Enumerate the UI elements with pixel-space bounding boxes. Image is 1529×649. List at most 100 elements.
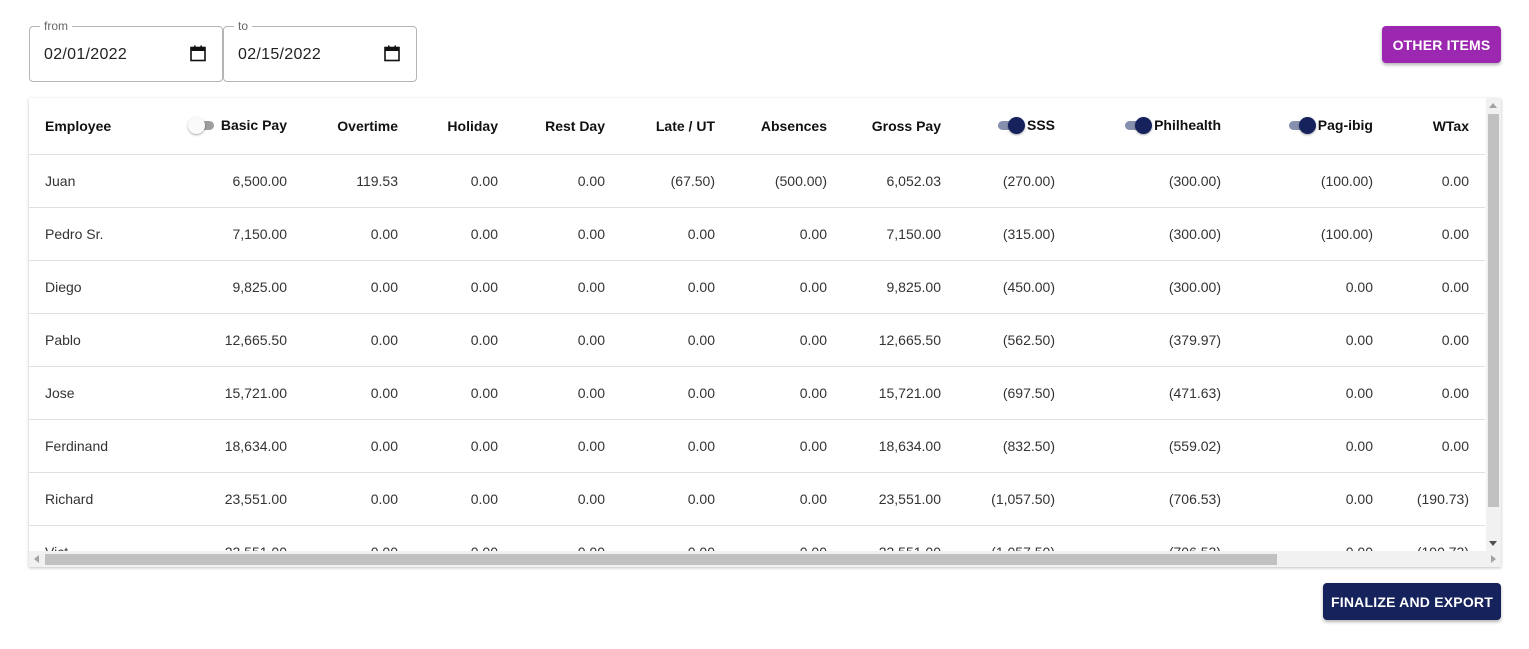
column-header: Holiday <box>398 98 498 155</box>
table-row[interactable]: Ferdinand 18,634.00 0.00 0.00 0.00 0.00 0.00 18… <box>29 419 1485 473</box>
column-header: Philhealth <box>1055 98 1221 155</box>
amount-cell: 0.00 <box>1221 366 1373 420</box>
employee-name-cell: Ferdinand <box>29 419 129 473</box>
amount-cell: 0.00 <box>715 472 827 526</box>
table-row[interactable]: Juan 6,500.00 119.53 0.00 0.00 (67.50) (500.00… <box>29 154 1485 208</box>
amount-cell: 0.00 <box>605 472 715 526</box>
employee-name-cell: Richard <box>29 472 129 526</box>
amount-cell: 0.00 <box>1221 313 1373 367</box>
amount-cell: (562.50) <box>941 313 1055 367</box>
column-header-label: Gross Pay <box>871 118 941 134</box>
column-header: Rest Day <box>498 98 605 155</box>
horizontal-scrollbar[interactable] <box>29 551 1501 567</box>
column-header-label: Absences <box>760 118 827 134</box>
amount-cell: (379.97) <box>1055 313 1221 367</box>
column-toggle-switch[interactable] <box>1125 116 1153 134</box>
employee-name-cell: Juan <box>29 154 129 208</box>
amount-cell: 0.00 <box>715 366 827 420</box>
column-toggle-switch[interactable] <box>1288 116 1316 134</box>
table-row[interactable]: Diego 9,825.00 0.00 0.00 0.00 0.00 0.00 9,825.0… <box>29 260 1485 314</box>
column-header-label: Basic Pay <box>220 116 287 133</box>
amount-cell: (832.50) <box>941 419 1055 473</box>
amount-cell: 0.00 <box>605 366 715 420</box>
amount-cell: (706.53) <box>1055 472 1221 526</box>
column-header-label: Overtime <box>337 118 398 134</box>
calendar-icon[interactable] <box>190 45 206 62</box>
column-header-label: Holiday <box>447 118 498 134</box>
amount-cell: (500.00) <box>715 154 827 208</box>
amount-cell: 0.00 <box>398 154 498 208</box>
amount-cell: 0.00 <box>605 207 715 261</box>
amount-cell: 0.00 <box>498 207 605 261</box>
amount-cell: 0.00 <box>287 419 398 473</box>
vertical-scrollbar[interactable] <box>1486 98 1501 551</box>
column-header-content: Basic Pay <box>187 116 287 134</box>
amount-cell: 119.53 <box>287 154 398 208</box>
column-header-content: Holiday <box>447 118 498 134</box>
amount-cell: 6,052.03 <box>827 154 941 208</box>
amount-cell: 23,551.00 <box>129 472 287 526</box>
column-header-content: Employee <box>45 118 111 134</box>
employee-name-cell: Diego <box>29 260 129 314</box>
amount-cell: 0.00 <box>498 154 605 208</box>
scroll-up-arrow-icon[interactable] <box>1489 103 1497 108</box>
column-header: Pag-ibig <box>1221 98 1373 155</box>
column-header-label: SSS <box>1026 116 1055 133</box>
amount-cell: 0.00 <box>1373 313 1485 367</box>
amount-cell: 12,665.50 <box>129 313 287 367</box>
scroll-left-arrow-icon[interactable] <box>34 555 39 563</box>
amount-cell: 12,665.50 <box>827 313 941 367</box>
amount-cell: 0.00 <box>398 419 498 473</box>
amount-cell: 0.00 <box>1373 207 1485 261</box>
finalize-and-export-button[interactable]: FINALIZE AND EXPORT <box>1323 583 1501 620</box>
amount-cell: 0.00 <box>1221 419 1373 473</box>
amount-cell: 0.00 <box>1373 419 1485 473</box>
column-header: Gross Pay <box>827 98 941 155</box>
from-date-field[interactable]: from 02/01/2022 <box>29 19 223 82</box>
amount-cell: 15,721.00 <box>129 366 287 420</box>
table-row[interactable]: Pedro Sr. 7,150.00 0.00 0.00 0.00 0.00 0.00 7,1… <box>29 207 1485 261</box>
amount-cell: (100.00) <box>1221 207 1373 261</box>
amount-cell: 18,634.00 <box>129 419 287 473</box>
scroll-right-arrow-icon[interactable] <box>1491 555 1496 563</box>
amount-cell: (559.02) <box>1055 419 1221 473</box>
amount-cell: 0.00 <box>398 366 498 420</box>
horizontal-scroll-thumb[interactable] <box>45 554 1277 565</box>
column-toggle-switch[interactable] <box>997 116 1025 134</box>
amount-cell: (100.00) <box>1221 154 1373 208</box>
amount-cell: 0.00 <box>287 260 398 314</box>
table-row[interactable]: Richard 23,551.00 0.00 0.00 0.00 0.00 0.00 23,5… <box>29 472 1485 526</box>
calendar-icon[interactable] <box>384 45 400 62</box>
amount-cell: 0.00 <box>287 313 398 367</box>
amount-cell: 0.00 <box>398 472 498 526</box>
amount-cell: (697.50) <box>941 366 1055 420</box>
other-items-button[interactable]: OTHER ITEMS <box>1382 26 1501 63</box>
vertical-scroll-thumb[interactable] <box>1488 114 1499 507</box>
amount-cell: 9,825.00 <box>827 260 941 314</box>
column-header-label: Employee <box>45 118 112 134</box>
to-date-field[interactable]: to 02/15/2022 <box>223 19 417 82</box>
column-header-content: Philhealth <box>1125 116 1221 134</box>
column-header: Overtime <box>287 98 398 155</box>
amount-cell: 23,551.00 <box>827 472 941 526</box>
column-header-content: Late / UT <box>656 118 715 134</box>
amount-cell: 0.00 <box>605 260 715 314</box>
column-header-content: Absences <box>761 118 827 134</box>
to-date-input[interactable]: 02/15/2022 <box>238 46 321 64</box>
column-toggle-switch[interactable] <box>187 116 214 134</box>
amount-cell: 0.00 <box>715 260 827 314</box>
amount-cell: 0.00 <box>498 313 605 367</box>
amount-cell: 0.00 <box>398 260 498 314</box>
amount-cell: (1,057.50) <box>941 472 1055 526</box>
scroll-down-arrow-icon[interactable] <box>1489 541 1497 546</box>
column-header-label: Rest Day <box>545 118 605 134</box>
from-date-input[interactable]: 02/01/2022 <box>44 46 127 64</box>
amount-cell: (270.00) <box>941 154 1055 208</box>
table-row[interactable]: Jose 15,721.00 0.00 0.00 0.00 0.00 0.00 15,721.… <box>29 366 1485 420</box>
column-header-content: Rest Day <box>545 118 605 134</box>
amount-cell: 0.00 <box>287 366 398 420</box>
employee-name-cell: Jose <box>29 366 129 420</box>
amount-cell: 0.00 <box>1373 366 1485 420</box>
table-row[interactable]: Pablo 12,665.50 0.00 0.00 0.00 0.00 0.00 12,665… <box>29 313 1485 367</box>
toggle-thumb <box>1135 116 1153 134</box>
